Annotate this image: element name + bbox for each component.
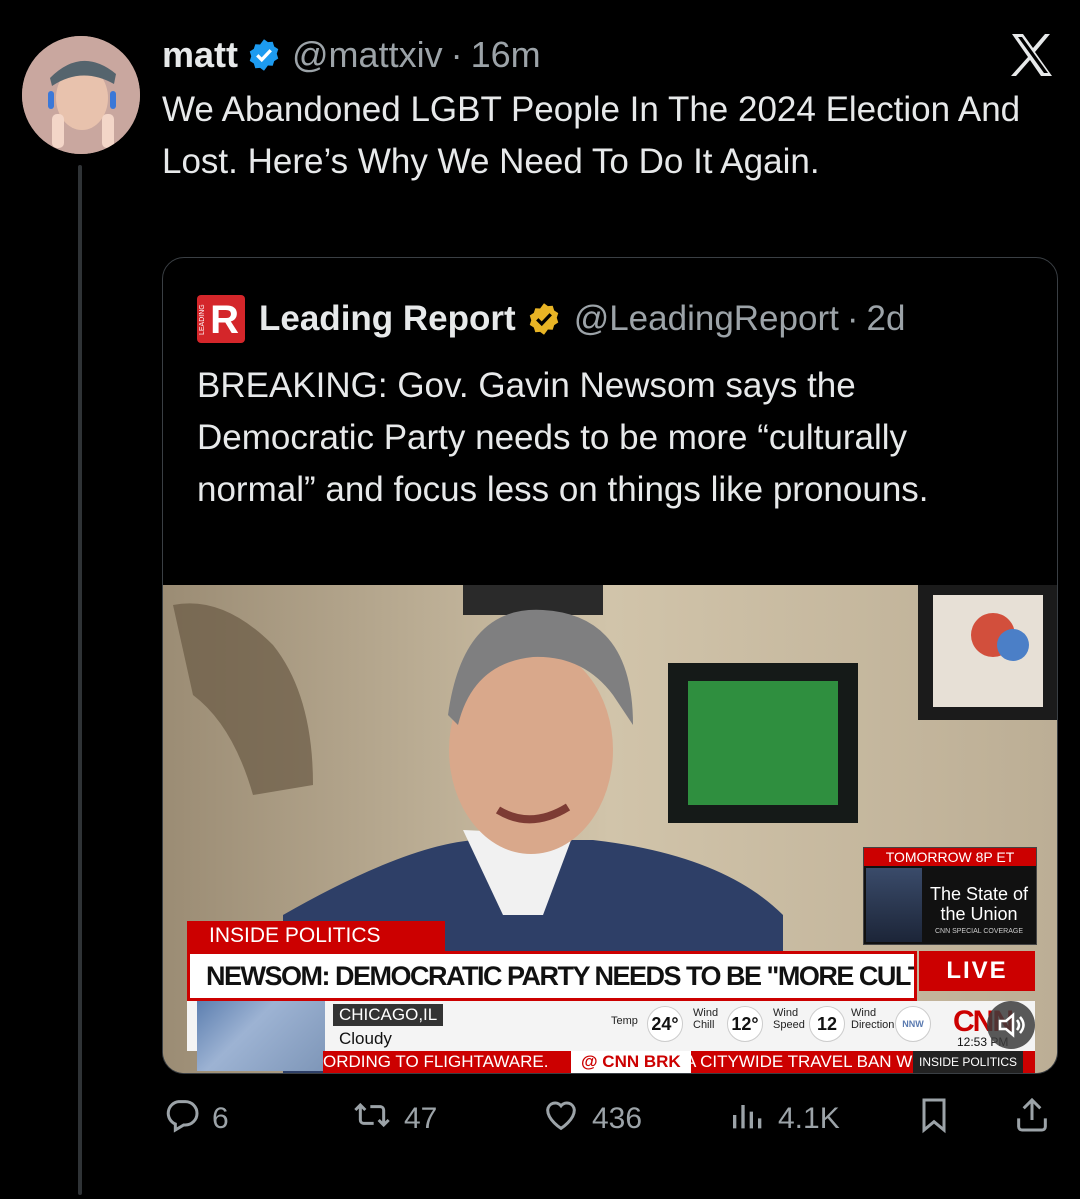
action-bar: 6 47 436 4.1K [162,1096,1056,1142]
post-text: We Abandoned LGBT People In The 2024 Ele… [162,90,1021,181]
quote-header: LEADING R Leading Report @LeadingReport … [197,294,905,344]
quote-handle[interactable]: @LeadingReport [574,299,839,339]
temp-label: Temp [611,1015,638,1027]
views-button[interactable]: 4.1K [728,1096,840,1142]
share-button[interactable] [1012,1096,1062,1142]
weather-city: CHICAGO,IL [333,1004,444,1026]
wind-direction-label: Wind Direction [851,1007,895,1031]
ticker-show: INSIDE POLITICS [913,1051,1024,1073]
promo-image [866,868,922,942]
verified-gold-icon [526,301,562,337]
wind-chill-value: 12° [727,1006,763,1042]
video-player[interactable]: TOMORROW 8P ET The State of the Union CN… [163,585,1057,1073]
like-count: 436 [592,1102,643,1135]
views-icon [728,1095,778,1143]
promo-title: The State of the Union [929,884,1029,924]
repost-icon [350,1095,404,1143]
ticker-segment: A CITYWIDE TRAVEL BAN W [685,1052,913,1071]
repost-count: 47 [404,1102,438,1135]
weather-condition: Cloudy [339,1029,392,1048]
news-ticker: ORDING TO FLIGHTAWARE. @ CNN BRK A CITYW… [323,1051,1035,1073]
weather-map [197,1001,325,1071]
live-badge: LIVE [919,951,1035,991]
weather-bar: CHICAGO,IL Cloudy Temp 24° Wind Chill 12… [187,1001,1035,1071]
reply-icon [162,1095,212,1143]
quote-text: BREAKING: Gov. Gavin Newsom says the Dem… [197,366,929,509]
share-icon [1012,1095,1062,1143]
separator-dot: · [450,34,463,75]
thread-line [78,165,82,1195]
bookmark-button[interactable] [914,1096,964,1142]
quoted-post[interactable]: LEADING R Leading Report @LeadingReport … [162,257,1058,1074]
repost-button[interactable]: 47 [350,1096,437,1142]
chyron-headline: NEWSOM: DEMOCRATIC PARTY NEEDS TO BE "MO… [187,951,917,1001]
post-time[interactable]: 16m [471,34,541,76]
promo-time: TOMORROW 8P ET [864,848,1036,866]
logo-letter: R [210,298,239,342]
views-count: 4.1K [778,1102,840,1135]
post-header: matt @mattxiv · 16m [162,30,541,80]
quote-time[interactable]: 2d [867,299,906,339]
promo-subtitle: CNN SPECIAL COVERAGE [934,928,1024,935]
temp-value: 24° [647,1006,683,1042]
verified-blue-icon [246,37,282,73]
promo-box: TOMORROW 8P ET The State of the Union CN… [863,847,1037,945]
wind-chill-label: Wind Chill [693,1007,719,1031]
logo-vertical-text: LEADING [199,304,206,335]
ticker-brk: @ CNN BRK [571,1051,691,1073]
avatar[interactable] [22,36,140,154]
separator-dot: · [846,299,859,338]
like-icon [540,1095,592,1143]
x-logo-icon[interactable] [1006,30,1056,80]
show-label: INSIDE POLITICS [187,921,445,951]
bookmark-icon [914,1095,964,1143]
quote-author-name[interactable]: Leading Report [259,299,516,339]
author-handle[interactable]: @mattxiv [292,34,443,76]
leading-report-logo[interactable]: LEADING R [197,295,245,343]
like-button[interactable]: 436 [540,1096,642,1142]
wind-speed-label: Wind Speed [773,1007,805,1031]
ticker-segment: ORDING TO FLIGHTAWARE. [323,1052,549,1071]
reply-button[interactable]: 6 [162,1096,229,1142]
wind-speed-value: 12 [809,1006,845,1042]
author-name[interactable]: matt [162,34,238,76]
wind-direction-value: NNW [895,1006,931,1042]
sound-icon[interactable] [987,1001,1035,1049]
reply-count: 6 [212,1102,229,1135]
